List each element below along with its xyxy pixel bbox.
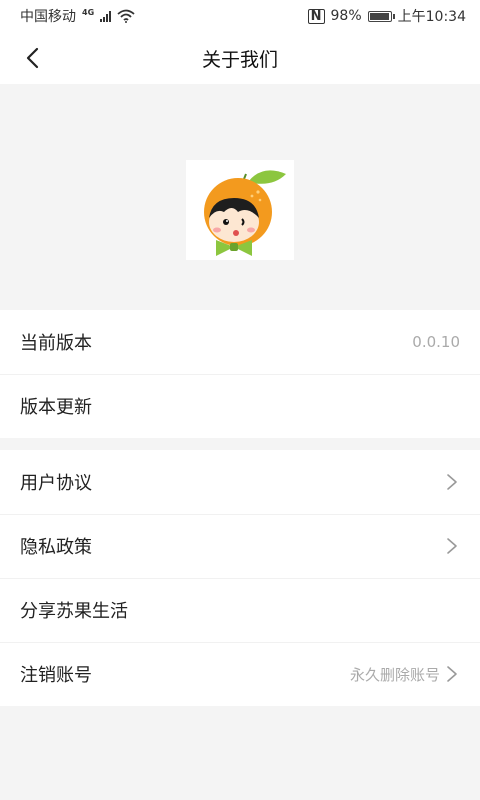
battery-icon <box>367 10 395 22</box>
delete-account-label: 注销账号 <box>20 665 92 686</box>
current-version-value: 0.0.10 <box>412 333 460 351</box>
privacy-policy-right <box>444 536 460 556</box>
delete-account-hint: 永久删除账号 <box>349 665 440 684</box>
network-type: 4G <box>82 8 95 17</box>
current-version-label: 当前版本 <box>20 333 92 354</box>
share-app-label: 分享苏果生活 <box>20 601 128 622</box>
chevron-left-icon <box>26 47 39 69</box>
clock: 上午10:34 <box>397 9 466 25</box>
privacy-policy-label: 隐私政策 <box>20 537 92 558</box>
app-logo <box>186 160 294 260</box>
chevron-right-icon <box>447 538 457 554</box>
navigation-header: 关于我们 <box>0 32 480 84</box>
logo-area <box>0 84 480 310</box>
user-agreement-right <box>444 472 460 492</box>
current-version-row: 当前版本 0.0.10 <box>0 310 480 374</box>
info-group: 用户协议 隐私政策 分享苏果生活 注销账号 永久删除账号 <box>0 450 480 706</box>
back-button[interactable] <box>14 40 50 76</box>
privacy-policy-row[interactable]: 隐私政策 <box>0 514 480 578</box>
chevron-right-icon <box>447 474 457 490</box>
share-app-row[interactable]: 分享苏果生活 <box>0 578 480 642</box>
nfc-icon: N <box>307 8 325 24</box>
check-update-row[interactable]: 版本更新 <box>0 374 480 438</box>
user-agreement-row[interactable]: 用户协议 <box>0 450 480 514</box>
current-version-right: 0.0.10 <box>412 333 460 351</box>
page-title: 关于我们 <box>201 48 278 71</box>
battery-percent: 98% <box>330 8 362 24</box>
check-update-label: 版本更新 <box>20 397 92 418</box>
carrier-name: 中国移动 <box>20 9 76 25</box>
status-bar: 中国移动 4G N 98% 上午10:34 <box>0 0 480 32</box>
delete-account-row[interactable]: 注销账号 永久删除账号 <box>0 642 480 706</box>
delete-account-right: 永久删除账号 <box>350 664 460 685</box>
status-bar-left: 中国移动 4G <box>20 6 135 26</box>
status-bar-right: N 98% 上午10:34 <box>307 6 466 26</box>
user-agreement-label: 用户协议 <box>20 473 92 494</box>
signal-icon <box>100 10 112 22</box>
chevron-right-icon <box>447 666 457 682</box>
orange-mascot-icon <box>204 170 286 256</box>
wifi-icon <box>117 9 135 23</box>
version-group: 当前版本 0.0.10 版本更新 <box>0 310 480 438</box>
